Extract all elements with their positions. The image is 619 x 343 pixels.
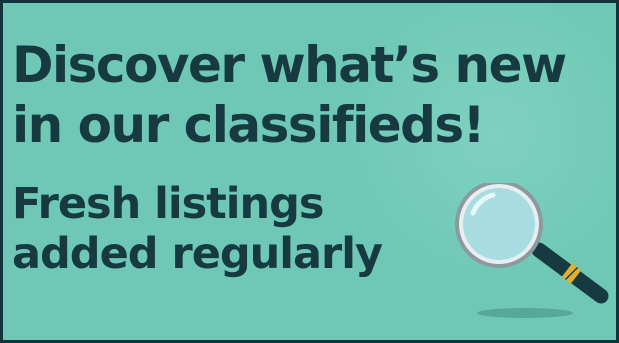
promo-banner: Discover what’s new in our classifieds! … [0,0,619,343]
magnifying-glass-icon [455,183,609,318]
subheadline-line-1: Fresh listings [12,179,325,229]
magnifier-handle-band-divider [564,266,579,281]
headline: Discover what’s new in our classifieds! [12,35,567,155]
subheadline-line-2: added regularly [12,229,383,279]
magnifier-shadow [477,308,573,318]
magnifier-lens-glass [463,188,535,260]
headline-line-1: Discover what’s new [12,36,567,94]
subheadline: Fresh listings added regularly [12,179,383,279]
headline-line-2: in our classifieds! [12,96,486,154]
